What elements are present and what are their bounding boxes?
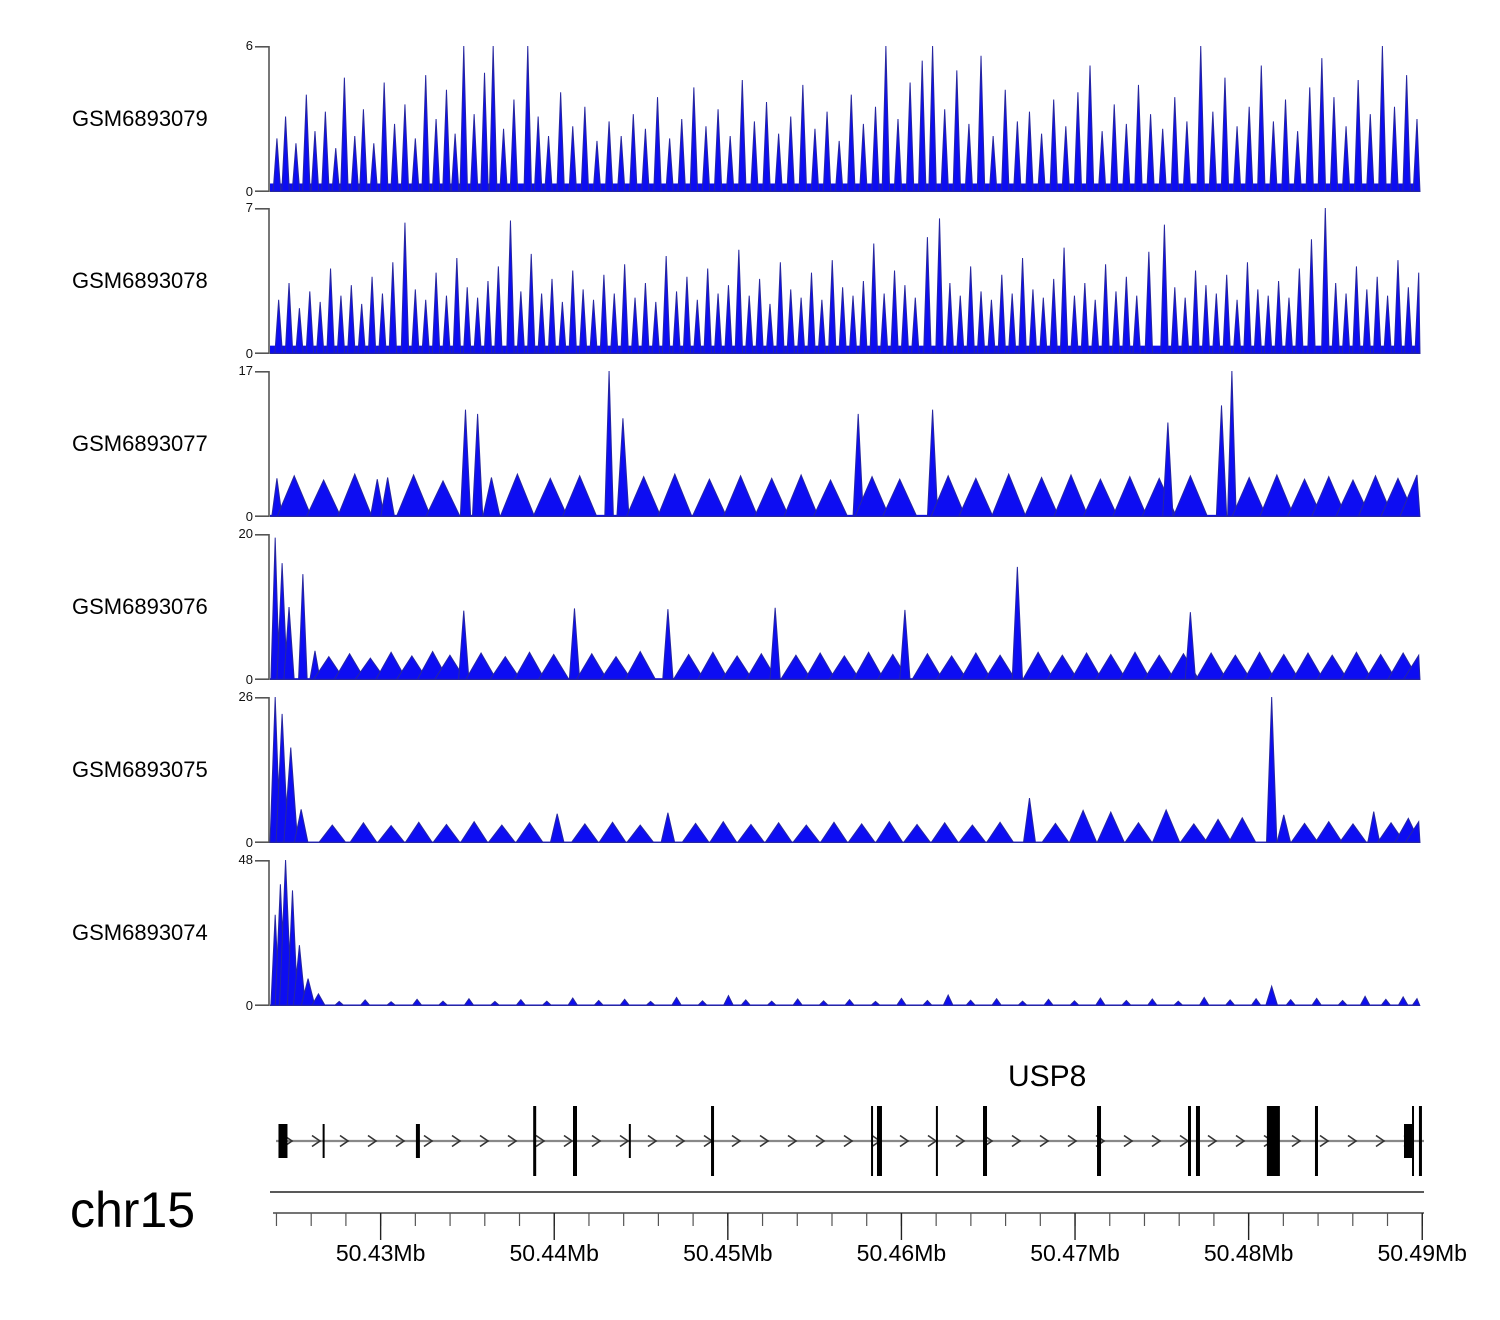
coverage-plot — [0, 860, 1500, 1006]
gene-name-label: USP8 — [1008, 1060, 1086, 1094]
coverage-track: GSM6893075260 — [0, 697, 1500, 843]
exon-box — [416, 1124, 420, 1158]
coverage-plot — [0, 208, 1500, 354]
exon-box — [1188, 1106, 1191, 1176]
exon-box — [1315, 1106, 1318, 1176]
exon-box — [1404, 1124, 1412, 1158]
exon-box — [1419, 1106, 1422, 1176]
exon-box — [323, 1124, 325, 1158]
coverage-track: GSM689307960 — [0, 46, 1500, 192]
genome-axis-plot — [0, 1188, 1500, 1246]
exon-box — [533, 1106, 536, 1176]
genome-browser-figure: GSM689307960 GSM689307870 GSM6893077170 GSM… — [0, 0, 1500, 1320]
axis-tick-label: 50.44Mb — [474, 1240, 634, 1267]
axis-tick-label: 50.43Mb — [301, 1240, 461, 1267]
exon-box — [278, 1124, 287, 1158]
exon-box — [573, 1106, 577, 1176]
exon-box — [983, 1106, 987, 1176]
exon-box — [1412, 1106, 1414, 1176]
exon-box — [629, 1124, 631, 1158]
coverage-plot — [0, 534, 1500, 680]
coverage-track: GSM6893074480 — [0, 860, 1500, 1006]
exon-box — [871, 1106, 873, 1176]
coverage-track: GSM6893076200 — [0, 534, 1500, 680]
axis-tick-label: 50.48Mb — [1169, 1240, 1329, 1267]
coverage-track: GSM6893077170 — [0, 371, 1500, 517]
exon-box — [877, 1106, 882, 1176]
axis-tick-label: 50.47Mb — [995, 1240, 1155, 1267]
axis-tick-label: 50.49Mb — [1342, 1240, 1500, 1267]
axis-tick-label: 50.45Mb — [648, 1240, 808, 1267]
coverage-track: GSM689307870 — [0, 208, 1500, 354]
axis-tick-label: 50.46Mb — [821, 1240, 981, 1267]
chromosome-label: chr15 — [70, 1181, 195, 1239]
coverage-plot — [0, 697, 1500, 843]
exon-box — [711, 1106, 714, 1176]
exon-box — [1196, 1106, 1200, 1176]
coverage-plot — [0, 46, 1500, 192]
exon-box — [936, 1106, 938, 1176]
coverage-plot — [0, 371, 1500, 517]
exon-box — [1097, 1106, 1101, 1176]
gene-model-plot — [0, 1105, 1500, 1177]
exon-box — [1267, 1106, 1280, 1176]
